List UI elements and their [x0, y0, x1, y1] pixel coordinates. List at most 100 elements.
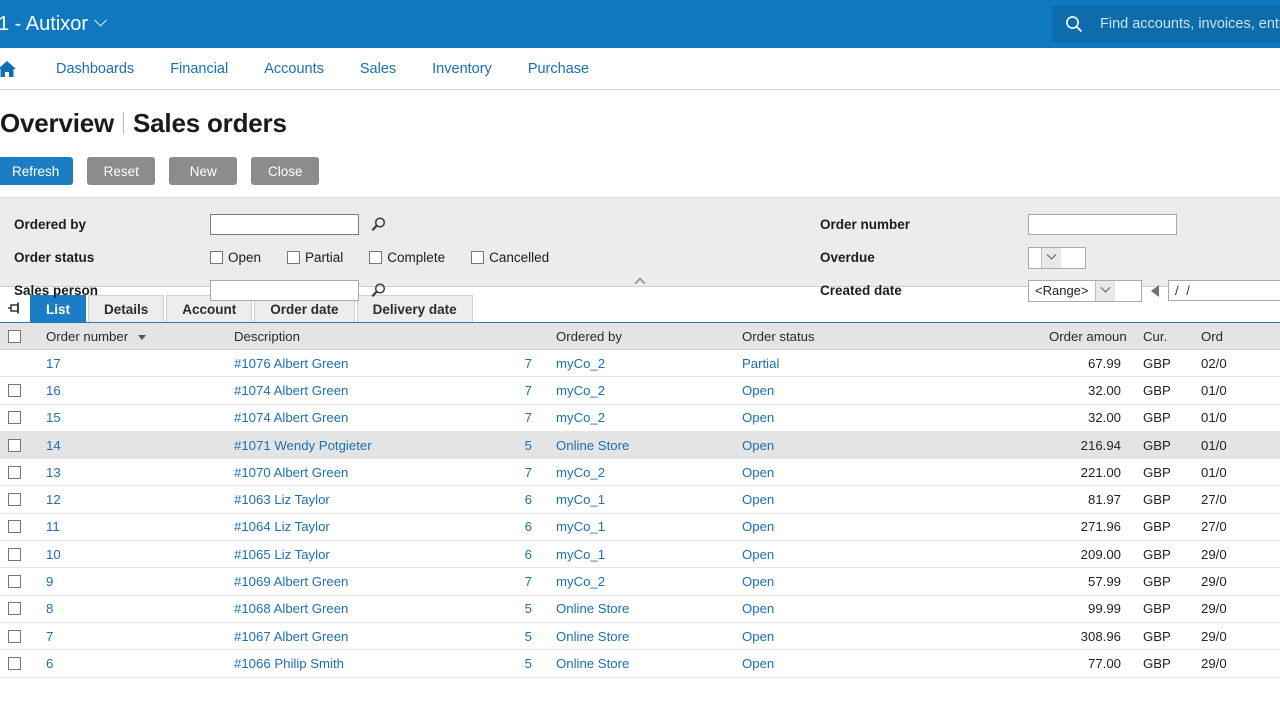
cell-description[interactable]: #1069 Albert Green	[228, 574, 503, 589]
row-checkbox[interactable]	[7, 602, 21, 616]
cell-description[interactable]: #1068 Albert Green	[228, 601, 503, 616]
cell-order-number[interactable]: 15	[28, 410, 228, 425]
cell-ordered-by-number[interactable]: 5	[503, 438, 538, 453]
column-header-ordered-by[interactable]: Ordered by	[538, 329, 728, 344]
cell-description[interactable]: #1063 Liz Taylor	[228, 492, 503, 507]
cell-ordered-by-number[interactable]: 5	[503, 629, 538, 644]
row-checkbox-cell[interactable]	[0, 547, 28, 561]
checkbox-box[interactable]	[287, 251, 301, 264]
cell-order-number[interactable]: 17	[28, 356, 228, 371]
cell-ordered-by-number[interactable]: 7	[503, 574, 538, 589]
cell-ordered-by-name[interactable]: myCo_2	[538, 356, 728, 371]
cell-order-number[interactable]: 8	[28, 601, 228, 616]
nav-item-sales[interactable]: Sales	[342, 61, 414, 77]
cell-ordered-by-name[interactable]: Online Store	[538, 656, 728, 671]
column-header-order-status[interactable]: Order status	[728, 329, 1043, 344]
nav-item-financial[interactable]: Financial	[152, 61, 246, 77]
cell-description[interactable]: #1074 Albert Green	[228, 383, 503, 398]
cell-description[interactable]: #1066 Philip Smith	[228, 656, 503, 671]
row-checkbox-cell[interactable]	[0, 411, 28, 425]
cell-ordered-by-number[interactable]: 6	[503, 547, 538, 562]
ordered-by-lookup-icon[interactable]	[369, 216, 387, 234]
cell-order-number[interactable]: 7	[28, 629, 228, 644]
row-checkbox-cell[interactable]	[0, 656, 28, 670]
cell-order-status[interactable]: Open	[728, 629, 1043, 644]
cell-description[interactable]: #1064 Liz Taylor	[228, 519, 503, 534]
nav-item-accounts[interactable]: Accounts	[246, 61, 342, 77]
select-all-checkbox-cell[interactable]	[0, 329, 28, 343]
cell-ordered-by-number[interactable]: 6	[503, 492, 538, 507]
cell-order-status[interactable]: Open	[728, 519, 1043, 534]
nav-item-inventory[interactable]: Inventory	[414, 61, 510, 77]
table-row[interactable]: 12 #1063 Liz Taylor 6 myCo_1 Open 81.97 GBP 27/…	[0, 486, 1280, 514]
table-row[interactable]: 10 #1065 Liz Taylor 6 myCo_1 Open 209.00 GBP 29…	[0, 541, 1280, 569]
nav-item-purchase[interactable]: Purchase	[510, 61, 607, 77]
row-checkbox-cell[interactable]	[0, 629, 28, 643]
cell-order-number[interactable]: 13	[28, 465, 228, 480]
row-checkbox-cell[interactable]	[0, 438, 28, 452]
cell-order-number[interactable]: 10	[28, 547, 228, 562]
cell-order-number[interactable]: 9	[28, 574, 228, 589]
cell-order-status[interactable]: Open	[728, 383, 1043, 398]
cell-description[interactable]: #1071 Wendy Potgieter	[228, 438, 503, 453]
cell-ordered-by-name[interactable]: myCo_1	[538, 519, 728, 534]
table-row[interactable]: 17 #1076 Albert Green 7 myCo_2 Partial 67.99 G…	[0, 350, 1280, 378]
ordered-by-input[interactable]	[210, 214, 359, 235]
row-checkbox[interactable]	[7, 629, 21, 643]
cell-order-number[interactable]: 16	[28, 383, 228, 398]
cell-ordered-by-number[interactable]: 7	[503, 383, 538, 398]
row-checkbox[interactable]	[7, 547, 21, 561]
row-checkbox[interactable]	[7, 465, 21, 479]
table-row[interactable]: 15 #1074 Albert Green 7 myCo_2 Open 32.00 GBP 0…	[0, 405, 1280, 432]
cell-order-status[interactable]: Partial	[728, 356, 1043, 371]
refresh-button[interactable]: Refresh	[0, 157, 74, 185]
cell-order-status[interactable]: Open	[728, 492, 1043, 507]
overdue-select[interactable]	[1028, 246, 1086, 269]
column-header-order-number[interactable]: Order number	[28, 329, 228, 344]
column-header-order-amount[interactable]: Order amount (+VAT)	[1043, 329, 1127, 344]
row-checkbox[interactable]	[7, 575, 21, 589]
row-checkbox[interactable]	[7, 493, 21, 507]
new-button[interactable]: New	[169, 157, 238, 185]
status-checkbox-cancelled[interactable]: Cancelled	[471, 250, 549, 265]
column-header-order-date[interactable]: Ord	[1185, 329, 1245, 344]
cell-ordered-by-name[interactable]: myCo_2	[538, 410, 728, 425]
row-checkbox-cell[interactable]	[0, 520, 28, 534]
cell-description[interactable]: #1065 Liz Taylor	[228, 547, 503, 562]
cell-order-number[interactable]: 11	[28, 519, 228, 534]
cell-ordered-by-number[interactable]: 7	[503, 410, 538, 425]
row-checkbox[interactable]	[7, 520, 21, 534]
table-row[interactable]: 16 #1074 Albert Green 7 myCo_2 Open 32.00 GBP 0…	[0, 377, 1280, 405]
cell-ordered-by-number[interactable]: 7	[503, 465, 538, 480]
status-checkbox-complete[interactable]: Complete	[369, 250, 445, 265]
row-checkbox-cell[interactable]	[0, 383, 28, 397]
checkbox-box[interactable]	[471, 251, 485, 264]
home-icon[interactable]	[0, 59, 18, 79]
table-row[interactable]: 7 #1067 Albert Green 5 Online Store Open 308.…	[0, 623, 1280, 651]
chevron-down-icon[interactable]	[1041, 247, 1061, 268]
cell-order-number[interactable]: 14	[28, 438, 228, 453]
reset-button[interactable]: Reset	[87, 157, 156, 185]
order-number-input[interactable]	[1028, 214, 1177, 235]
table-row[interactable]: 6 #1066 Philip Smith 5 Online Store Open 77.0…	[0, 650, 1280, 678]
table-row[interactable]: 8 #1068 Albert Green 5 Online Store Open 99.9…	[0, 596, 1280, 623]
filter-collapse-toggle[interactable]	[0, 275, 1280, 289]
search-input[interactable]	[1098, 15, 1280, 33]
select-all-checkbox[interactable]	[7, 329, 21, 343]
cell-ordered-by-number[interactable]: 7	[503, 356, 538, 371]
cell-order-status[interactable]: Open	[728, 601, 1043, 616]
table-row[interactable]: 9 #1069 Albert Green 7 myCo_2 Open 57.99 GBP 29…	[0, 568, 1280, 596]
status-checkbox-partial[interactable]: Partial	[287, 250, 343, 265]
row-checkbox-cell[interactable]	[0, 465, 28, 479]
cell-order-status[interactable]: Open	[728, 438, 1043, 453]
row-checkbox[interactable]	[7, 438, 21, 452]
cell-order-status[interactable]: Open	[728, 547, 1043, 562]
row-checkbox[interactable]	[7, 411, 21, 425]
table-row[interactable]: 11 #1064 Liz Taylor 6 myCo_1 Open 271.96 GBP 27…	[0, 514, 1280, 542]
cell-ordered-by-name[interactable]: myCo_2	[538, 574, 728, 589]
column-header-currency[interactable]: Cur.	[1127, 329, 1185, 344]
checkbox-box[interactable]	[210, 251, 223, 264]
cell-description[interactable]: #1076 Albert Green	[228, 356, 503, 371]
column-header-description[interactable]: Description	[228, 329, 503, 344]
row-checkbox-cell[interactable]	[0, 575, 28, 589]
